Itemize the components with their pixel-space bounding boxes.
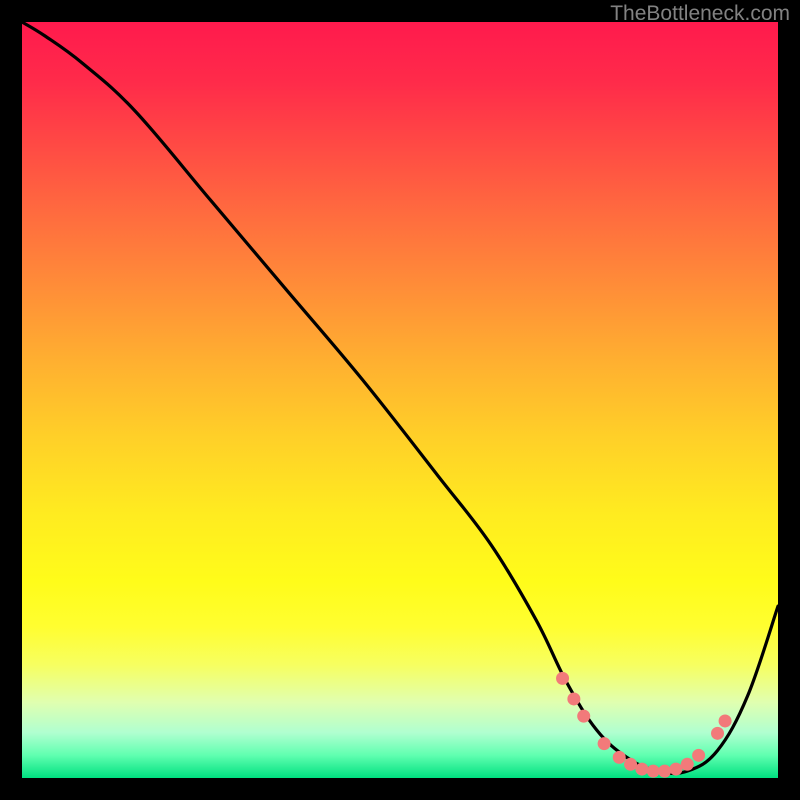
curve-path [22,22,778,773]
curve-marker [647,765,660,778]
curve-marker [692,749,705,762]
curve-marker [681,758,694,771]
curve-marker [711,727,724,740]
curve-marker [613,751,626,764]
curve-marker [658,765,671,778]
curve-marker [598,737,611,750]
curve-marker [669,763,682,776]
curve-markers [556,672,732,778]
plot-area [22,22,778,778]
curve-marker [567,692,580,705]
curve-marker [556,672,569,685]
curve-marker [635,763,648,776]
curve-marker [719,714,732,727]
attribution-text: TheBottleneck.com [610,2,790,26]
bottleneck-curve-svg [22,22,778,778]
curve-marker [577,710,590,723]
curve-marker [624,758,637,771]
chart-frame: TheBottleneck.com [0,0,800,800]
